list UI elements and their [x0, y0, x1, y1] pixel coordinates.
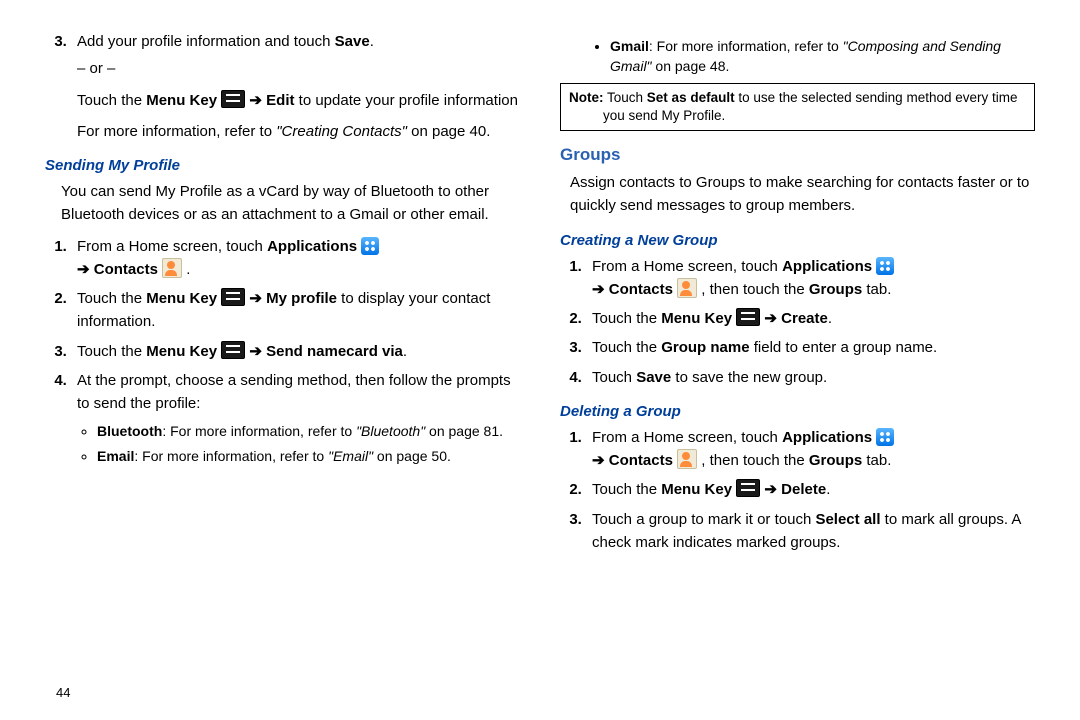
step3b-text: Touch the Menu Key ➔ Edit to update your…: [77, 89, 520, 112]
create-group-steps: From a Home screen, touch Applications ➔…: [560, 255, 1035, 389]
create-step-4: Touch Save to save the new group.: [586, 366, 1035, 389]
send-step-2: Touch the Menu Key ➔ My profile to displ…: [71, 287, 520, 334]
step-3: Add your profile information and touch S…: [71, 30, 520, 143]
menu-key-icon: [221, 90, 245, 108]
menu-key-icon: [221, 288, 245, 306]
note-box: Note: Touch Set as default to use the se…: [560, 83, 1035, 131]
create-step-2: Touch the Menu Key ➔ Create.: [586, 307, 1035, 330]
send-methods-continued: Gmail: For more information, refer to "C…: [560, 36, 1035, 77]
applications-icon: [876, 257, 894, 275]
delete-step-2: Touch the Menu Key ➔ Delete.: [586, 478, 1035, 501]
profile-steps-continued: Add your profile information and touch S…: [45, 30, 520, 143]
create-step-3: Touch the Group name field to enter a gr…: [586, 336, 1035, 359]
delete-group-steps: From a Home screen, touch Applications ➔…: [560, 426, 1035, 554]
send-step-3: Touch the Menu Key ➔ Send namecard via.: [71, 340, 520, 363]
method-bluetooth: Bluetooth: For more information, refer t…: [97, 421, 520, 441]
sending-profile-steps: From a Home screen, touch Applications ➔…: [45, 235, 520, 466]
or-divider: – or –: [77, 57, 520, 80]
contacts-icon: [162, 258, 182, 278]
groups-heading: Groups: [560, 145, 1035, 165]
applications-icon: [876, 428, 894, 446]
menu-key-icon: [221, 341, 245, 359]
send-methods-list: Bluetooth: For more information, refer t…: [77, 421, 520, 466]
contacts-icon: [677, 449, 697, 469]
contacts-icon: [677, 278, 697, 298]
sending-my-profile-heading: Sending My Profile: [45, 157, 520, 174]
applications-icon: [361, 237, 379, 255]
step3a-text: Add your profile information and touch S…: [77, 33, 374, 50]
creating-group-heading: Creating a New Group: [560, 232, 1035, 249]
menu-key-icon: [736, 308, 760, 326]
page-number: 44: [56, 685, 70, 700]
right-column: Gmail: For more information, refer to "C…: [560, 30, 1035, 560]
left-column: Add your profile information and touch S…: [45, 30, 520, 560]
groups-intro: Assign contacts to Groups to make search…: [560, 171, 1035, 218]
method-gmail: Gmail: For more information, refer to "C…: [610, 36, 1035, 77]
delete-step-3: Touch a group to mark it or touch Select…: [586, 508, 1035, 555]
create-step-1: From a Home screen, touch Applications ➔…: [586, 255, 1035, 302]
deleting-group-heading: Deleting a Group: [560, 403, 1035, 420]
send-step-1: From a Home screen, touch Applications ➔…: [71, 235, 520, 282]
step3c-text: For more information, refer to "Creating…: [77, 120, 520, 143]
menu-key-icon: [736, 479, 760, 497]
sending-intro: You can send My Profile as a vCard by wa…: [45, 180, 520, 227]
method-email: Email: For more information, refer to "E…: [97, 446, 520, 466]
manual-page: Add your profile information and touch S…: [0, 0, 1080, 570]
delete-step-1: From a Home screen, touch Applications ➔…: [586, 426, 1035, 473]
send-step-4: At the prompt, choose a sending method, …: [71, 369, 520, 466]
